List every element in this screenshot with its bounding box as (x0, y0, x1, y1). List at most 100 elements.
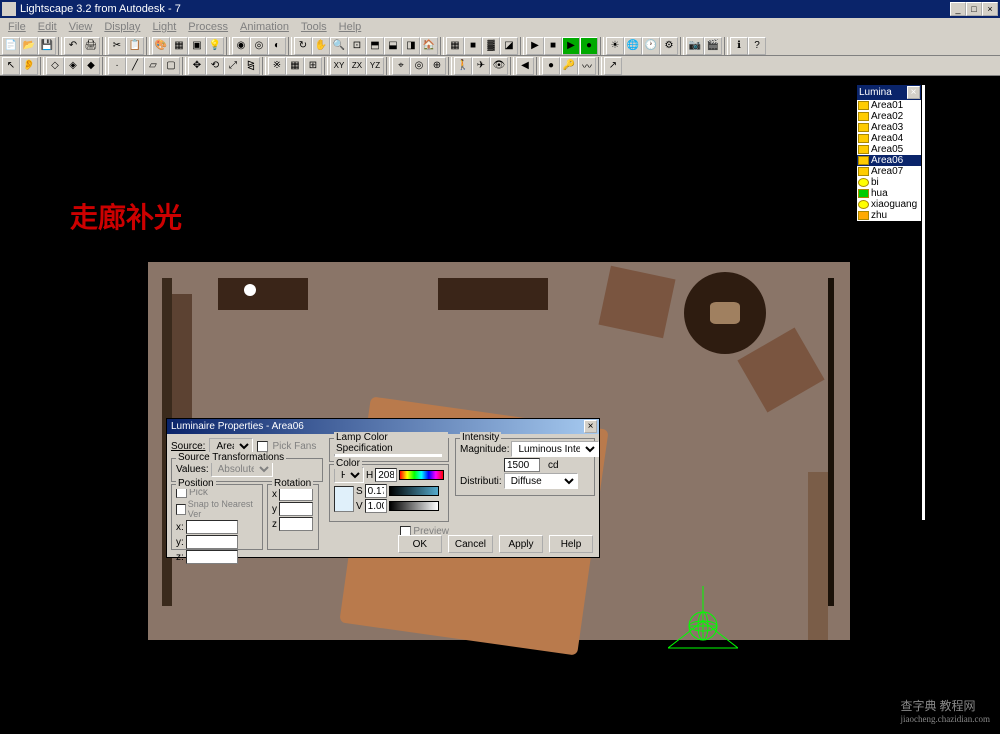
tool-pick3-icon[interactable]: ◆ (82, 57, 100, 75)
menu-file[interactable]: File (2, 21, 32, 33)
tool-2-icon[interactable]: ◎ (250, 37, 268, 55)
rot-y-input[interactable] (279, 502, 313, 516)
color-swatch[interactable] (334, 486, 354, 512)
tool-path-icon[interactable]: 〰 (578, 57, 596, 75)
tool-yz-icon[interactable]: YZ (366, 57, 384, 75)
tool-back-icon[interactable]: ◀ (516, 57, 534, 75)
tool-globe-icon[interactable]: 🌐 (624, 37, 642, 55)
tool-zoom-icon[interactable]: 🔍 (330, 37, 348, 55)
tool-view-top-icon[interactable]: ⬒ (366, 37, 384, 55)
restore-button[interactable]: □ (966, 2, 982, 16)
menu-view[interactable]: View (63, 21, 99, 33)
tool-block-icon[interactable]: ▣ (188, 37, 206, 55)
lumina-item-Area01[interactable]: Area01 (857, 100, 921, 111)
tool-process-icon[interactable]: ▶ (562, 37, 580, 55)
tool-rec-icon[interactable]: ● (542, 57, 560, 75)
pos-x-input[interactable] (186, 520, 238, 534)
tool-info-icon[interactable]: ℹ (730, 37, 748, 55)
lumina-item-Area02[interactable]: Area02 (857, 111, 921, 122)
lumina-close-icon[interactable]: × (907, 86, 920, 99)
cancel-button[interactable]: Cancel (448, 535, 493, 553)
menu-animation[interactable]: Animation (234, 21, 295, 33)
lumina-item-hua[interactable]: hua (857, 188, 921, 199)
tool-settings-icon[interactable]: ⚙ (660, 37, 678, 55)
rot-x-input[interactable] (279, 487, 313, 501)
tool-select-icon[interactable]: ↖ (2, 57, 20, 75)
lumina-item-Area04[interactable]: Area04 (857, 133, 921, 144)
tool-listen-icon[interactable]: 👂 (20, 57, 38, 75)
tool-scale-icon[interactable]: ⤢ (224, 57, 242, 75)
pos-y-input[interactable] (186, 535, 238, 549)
dialog-close-icon[interactable]: × (584, 420, 597, 433)
magnitude-input[interactable] (504, 458, 540, 472)
lumina-item-Area07[interactable]: Area07 (857, 166, 921, 177)
tool-save-icon[interactable]: 💾 (38, 37, 56, 55)
lumina-item-bi[interactable]: bi (857, 177, 921, 188)
tool-point-icon[interactable]: · (108, 57, 126, 75)
lumina-item-Area05[interactable]: Area05 (857, 144, 921, 155)
tool-aim-icon[interactable]: ⌖ (392, 57, 410, 75)
s-input[interactable] (365, 484, 387, 498)
hue-strip[interactable] (399, 470, 444, 480)
lumina-item-Area03[interactable]: Area03 (857, 122, 921, 133)
apply-button[interactable]: Apply (499, 535, 543, 553)
tool-orbit-icon[interactable]: ↻ (294, 37, 312, 55)
h-input[interactable] (375, 468, 397, 482)
tool-new-icon[interactable]: 📄 (2, 37, 20, 55)
tool-view-front-icon[interactable]: ⬓ (384, 37, 402, 55)
tool-1-icon[interactable]: ◉ (232, 37, 250, 55)
snap-checkbox[interactable] (176, 504, 186, 515)
tool-fly-icon[interactable]: ✈ (472, 57, 490, 75)
tool-rotate-icon[interactable]: ⟲ (206, 57, 224, 75)
tool-walk-icon[interactable]: 🚶 (454, 57, 472, 75)
distribution-select[interactable]: Diffuse (504, 473, 578, 489)
tool-snap-icon[interactable]: ※ (268, 57, 286, 75)
tool-open-icon[interactable]: 📂 (20, 37, 38, 55)
ok-button[interactable]: OK (398, 535, 442, 553)
lumina-list[interactable]: Area01Area02Area03Area04Area05Area06Area… (857, 100, 921, 221)
tool-shade-icon[interactable]: ■ (464, 37, 482, 55)
tool-ortho-icon[interactable]: ⊞ (304, 57, 322, 75)
tool-clock-icon[interactable]: 🕐 (642, 37, 660, 55)
tool-export-icon[interactable]: ↗ (604, 57, 622, 75)
minimize-button[interactable]: _ (950, 2, 966, 16)
menu-process[interactable]: Process (182, 21, 234, 33)
tool-3-icon[interactable]: ◐ (268, 37, 286, 55)
v-input[interactable] (365, 499, 387, 513)
rot-z-input[interactable] (279, 517, 313, 531)
tool-render-icon[interactable]: ▓ (482, 37, 500, 55)
menu-edit[interactable]: Edit (32, 21, 63, 33)
menu-light[interactable]: Light (146, 21, 182, 33)
tool-face-icon[interactable]: ▱ (144, 57, 162, 75)
tool-cut-icon[interactable]: ✂ (108, 37, 126, 55)
menu-tools[interactable]: Tools (295, 21, 333, 33)
sat-strip[interactable] (389, 486, 439, 496)
tool-key-icon[interactable]: 🔑 (560, 57, 578, 75)
tool-paste-icon[interactable]: 📋 (126, 37, 144, 55)
values-select[interactable]: Absolute (211, 461, 273, 477)
pickfans-checkbox[interactable] (257, 441, 268, 452)
tool-view-side-icon[interactable]: ◨ (402, 37, 420, 55)
tool-target-icon[interactable]: ◎ (410, 57, 428, 75)
tool-move-icon[interactable]: ✥ (188, 57, 206, 75)
tool-both-icon[interactable]: ⊕ (428, 57, 446, 75)
tool-sun-icon[interactable]: ☀ (606, 37, 624, 55)
menu-display[interactable]: Display (98, 21, 146, 33)
tool-texture-icon[interactable]: ◪ (500, 37, 518, 55)
tool-print-icon[interactable]: 🖨 (82, 37, 100, 55)
lumina-item-zhu[interactable]: zhu (857, 210, 921, 221)
tool-pick1-icon[interactable]: ◇ (46, 57, 64, 75)
lumina-panel[interactable]: Lumina × Area01Area02Area03Area04Area05A… (856, 84, 922, 222)
tool-help-icon[interactable]: ? (748, 37, 766, 55)
lumina-title[interactable]: Lumina × (857, 85, 921, 100)
tool-home-icon[interactable]: 🏠 (420, 37, 438, 55)
tool-zoomext-icon[interactable]: ⊡ (348, 37, 366, 55)
tool-stop-icon[interactable]: ■ (544, 37, 562, 55)
lumina-item-Area06[interactable]: Area06 (857, 155, 921, 166)
tool-light-icon[interactable]: 💡 (206, 37, 224, 55)
menu-help[interactable]: Help (333, 21, 368, 33)
tool-anim-icon[interactable]: 🎬 (704, 37, 722, 55)
lumina-item-xiaoguang[interactable]: xiaoguang (857, 199, 921, 210)
tool-grid-icon[interactable]: ▦ (286, 57, 304, 75)
tool-line-icon[interactable]: ╱ (126, 57, 144, 75)
